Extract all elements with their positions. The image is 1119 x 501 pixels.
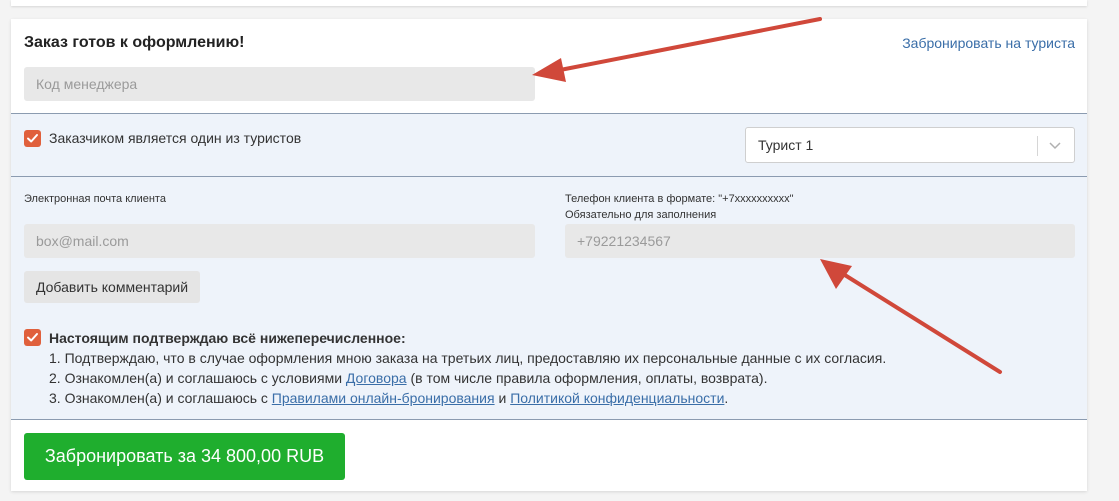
privacy-policy-link[interactable]: Политикой конфиденциальности <box>510 390 724 406</box>
order-card: Заказ готов к оформлению! Забронировать … <box>11 19 1087 491</box>
consent-line-3-text: 3. Ознакомлен(а) и соглашаюсь с <box>49 390 272 406</box>
email-label: Электронная почта клиента <box>24 193 166 205</box>
book-for-tourist-link[interactable]: Забронировать на туриста <box>902 35 1075 51</box>
consent-line-2-tail: (в том числе правила оформления, оплаты,… <box>406 370 768 386</box>
previous-card-edge <box>11 0 1087 6</box>
check-icon <box>27 333 38 342</box>
contract-link[interactable]: Договора <box>346 370 407 386</box>
tourist-select[interactable]: Турист 1 <box>745 127 1075 163</box>
tourist-select-value: Турист 1 <box>758 137 814 153</box>
phone-label: Телефон клиента в формате: "+7xxxxxxxxxx… <box>565 191 794 223</box>
consent-line-3-and: и <box>494 390 511 406</box>
submit-section: Забронировать за 34 800,00 RUB <box>11 420 1087 491</box>
email-input[interactable]: box@mail.com <box>24 224 535 258</box>
contacts-section: Электронная почта клиента Телефон клиент… <box>11 177 1087 420</box>
add-comment-button[interactable]: Добавить комментарий <box>24 271 201 303</box>
consent-line-2: 2. Ознакомлен(а) и соглашаюсь с условиям… <box>49 368 886 388</box>
phone-format-hint: Телефон клиента в формате: "+7xxxxxxxxxx… <box>565 193 794 205</box>
chevron-down-icon <box>1049 142 1061 150</box>
select-separator <box>1037 136 1038 156</box>
check-icon <box>27 134 38 143</box>
manager-code-input[interactable]: Код менеджера <box>24 67 535 101</box>
consent-heading: Настоящим подтверждаю всё нижеперечислен… <box>49 330 406 346</box>
phone-required-hint: Обязательно для заполнения <box>565 209 717 221</box>
consent-line-2-text: 2. Ознакомлен(а) и соглашаюсь с условиям… <box>49 370 346 386</box>
phone-input[interactable]: +79221234567 <box>565 224 1075 258</box>
booking-rules-link[interactable]: Правилами онлайн-бронирования <box>272 390 495 406</box>
book-button[interactable]: Забронировать за 34 800,00 RUB <box>24 433 345 480</box>
customer-is-tourist-checkbox[interactable] <box>24 130 41 147</box>
consent-line-1: 1. Подтверждаю, что в случае оформления … <box>49 350 887 366</box>
customer-section: Заказчиком является один из туристов Тур… <box>11 113 1087 177</box>
page: Заказ готов к оформлению! Забронировать … <box>0 0 1119 501</box>
order-title: Заказ готов к оформлению! <box>24 34 245 51</box>
consent-line-3-end: . <box>724 390 729 406</box>
consent-checkbox[interactable] <box>24 329 41 346</box>
consent-text: Настоящим подтверждаю всё нижеперечислен… <box>49 328 886 408</box>
consent-line-3: 3. Ознакомлен(а) и соглашаюсь с Правилам… <box>49 388 886 408</box>
customer-is-tourist-label: Заказчиком является один из туристов <box>49 130 302 146</box>
order-header-section: Заказ готов к оформлению! Забронировать … <box>11 19 1087 113</box>
